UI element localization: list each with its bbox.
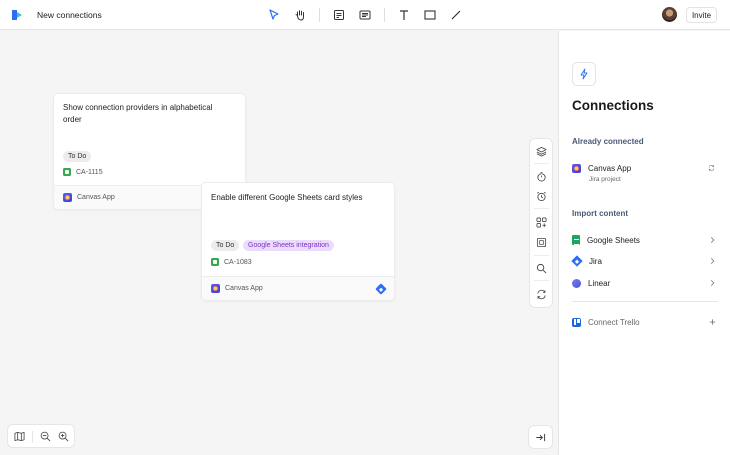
grid-icon[interactable] bbox=[536, 237, 547, 248]
card-app-name: Canvas App bbox=[225, 285, 263, 292]
rectangle-tool-icon[interactable] bbox=[423, 8, 437, 22]
top-bar: New connections Invite bbox=[0, 0, 730, 30]
map-icon[interactable] bbox=[14, 431, 25, 442]
collapse-right-icon bbox=[536, 433, 546, 441]
chevron-right-icon bbox=[709, 236, 716, 244]
zoom-divider bbox=[32, 431, 33, 443]
layers-icon[interactable] bbox=[536, 146, 547, 157]
jira-icon bbox=[571, 255, 583, 267]
section-already-connected: Already connected bbox=[572, 137, 644, 146]
ticket-icon bbox=[63, 168, 71, 176]
zoom-out-icon[interactable] bbox=[40, 431, 51, 442]
canvas-side-toolbar bbox=[529, 138, 553, 308]
zoom-in-icon[interactable] bbox=[58, 431, 69, 442]
ticket-number: CA-1115 bbox=[76, 168, 103, 176]
connect-trello[interactable]: Connect Trello bbox=[572, 314, 718, 330]
document-title[interactable]: New connections bbox=[37, 10, 102, 20]
toolbar-divider bbox=[319, 8, 320, 22]
card-footer: Canvas App bbox=[202, 276, 394, 300]
panel-title: Connections bbox=[572, 98, 654, 113]
ticket-id: CA-1083 bbox=[211, 258, 252, 266]
ticket-number: CA-1083 bbox=[224, 258, 252, 266]
hand-tool-icon[interactable] bbox=[293, 8, 307, 22]
toolbar-divider bbox=[384, 8, 385, 22]
user-avatar[interactable] bbox=[662, 7, 677, 22]
search-icon[interactable] bbox=[536, 263, 547, 274]
zoom-controls bbox=[7, 424, 75, 448]
card-tool-icon[interactable] bbox=[358, 8, 372, 22]
chevron-right-icon bbox=[709, 257, 716, 265]
alarm-icon[interactable] bbox=[536, 191, 547, 202]
canvas-app-icon bbox=[63, 193, 72, 202]
refresh-icon[interactable] bbox=[708, 164, 716, 172]
toolbar-divider bbox=[534, 163, 549, 164]
connect-trello-label: Connect Trello bbox=[588, 317, 640, 327]
pointer-tool-icon[interactable] bbox=[267, 8, 281, 22]
line-tool-icon[interactable] bbox=[449, 8, 463, 22]
timer-icon[interactable] bbox=[536, 171, 547, 182]
section-import-content: Import content bbox=[572, 209, 628, 218]
sticky-note-tool-icon[interactable] bbox=[332, 8, 346, 22]
card-title: Show connection providers in alphabetica… bbox=[63, 103, 213, 124]
import-jira[interactable]: Jira bbox=[571, 253, 718, 269]
connected-subtitle: Jira project bbox=[589, 176, 621, 183]
import-label: Linear bbox=[588, 278, 611, 288]
integration-tag: Google Sheets integration bbox=[243, 240, 334, 251]
status-badge: To Do bbox=[211, 240, 240, 251]
ticket-icon bbox=[211, 258, 219, 266]
task-card[interactable]: Enable different Google Sheets card styl… bbox=[201, 182, 395, 301]
canvas-app-icon bbox=[211, 284, 220, 293]
ticket-id: CA-1115 bbox=[63, 168, 103, 176]
bolt-icon bbox=[572, 62, 596, 86]
card-app-name: Canvas App bbox=[77, 194, 115, 201]
connections-panel: Connections Already connected Canvas App… bbox=[558, 31, 730, 455]
card-title: Enable different Google Sheets card styl… bbox=[211, 193, 363, 202]
connected-name: Canvas App bbox=[588, 163, 632, 173]
app-logo-icon[interactable] bbox=[11, 9, 23, 21]
linear-icon bbox=[572, 278, 581, 288]
status-badge: To Do bbox=[63, 151, 92, 162]
apps-icon[interactable] bbox=[536, 217, 547, 228]
import-google-sheets[interactable]: Google Sheets bbox=[572, 232, 718, 248]
toolbar-divider bbox=[534, 280, 549, 281]
connected-item[interactable]: Canvas App bbox=[572, 160, 718, 176]
sync-icon[interactable] bbox=[536, 289, 547, 300]
google-sheets-icon bbox=[572, 235, 580, 245]
collapse-panel-button[interactable] bbox=[528, 425, 553, 449]
plus-icon[interactable] bbox=[709, 318, 716, 326]
invite-button[interactable]: Invite bbox=[686, 7, 717, 23]
toolbar-divider bbox=[534, 208, 549, 209]
trello-icon bbox=[572, 317, 581, 327]
chevron-right-icon bbox=[709, 279, 716, 287]
toolbar-divider bbox=[534, 255, 549, 256]
panel-divider bbox=[572, 301, 718, 302]
canvas[interactable]: Show connection providers in alphabetica… bbox=[0, 31, 558, 455]
canvas-app-icon bbox=[572, 163, 581, 173]
import-linear[interactable]: Linear bbox=[572, 275, 718, 291]
text-tool-icon[interactable] bbox=[397, 8, 411, 22]
import-label: Google Sheets bbox=[587, 235, 640, 245]
import-label: Jira bbox=[589, 256, 602, 266]
